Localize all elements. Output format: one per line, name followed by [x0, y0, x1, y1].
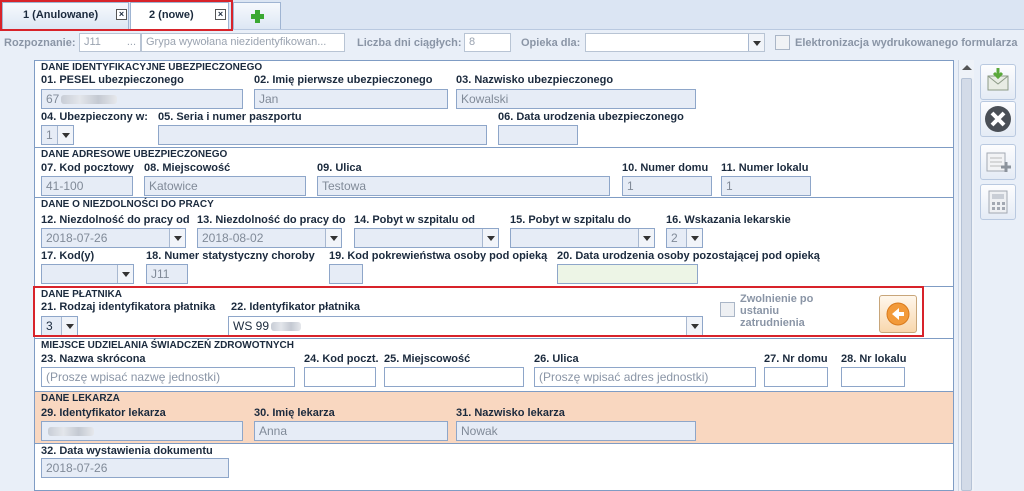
- nazwa-field[interactable]: (Proszę wpisać nazwę jednostki): [41, 367, 295, 387]
- section-divider: [35, 147, 953, 148]
- opieka-select[interactable]: [585, 33, 765, 52]
- section-head-address: DANE ADRESOWE UBEZPIECZONEGO: [41, 149, 228, 160]
- nazwisko-field[interactable]: Kowalski: [456, 89, 696, 109]
- label-nazwisko-lekarza: 31. Nazwisko lekarza: [456, 407, 565, 419]
- ulica-field[interactable]: Testowa: [317, 176, 610, 196]
- section-divider: [35, 197, 953, 198]
- kody-select[interactable]: [41, 264, 134, 284]
- label-nr-domu: 27. Nr domu: [764, 353, 828, 365]
- label-numer-domu: 10. Numer domu: [622, 162, 709, 174]
- redacted-mask: [48, 427, 94, 437]
- niezdolnosc-do-select[interactable]: 2018-08-02: [197, 228, 342, 248]
- label-kod: 07. Kod pocztowy: [41, 162, 134, 174]
- rozpoznanie-text-input[interactable]: Grypa wywołana niezidentyfikowan...: [141, 33, 345, 52]
- label-nr-lokalu: 28. Nr lokalu: [841, 353, 907, 365]
- szpital-od-select[interactable]: [354, 228, 499, 248]
- label-szpital-do: 15. Pobyt w szpitalu do: [510, 214, 632, 226]
- calculator-icon: [988, 190, 1008, 214]
- label-kod-poczt: 24. Kod poczt.: [304, 353, 379, 365]
- label-imie-lekarza: 30. Imię lekarza: [254, 407, 335, 419]
- pokrewienstwo-field[interactable]: [329, 264, 363, 284]
- nazwisko-lekarza-field[interactable]: Nowak: [456, 421, 696, 441]
- section-head-insured: DANE IDENTYFIKACYJNE UBEZPIECZONEGO: [41, 62, 263, 73]
- label-ulica: 09. Ulica: [317, 162, 362, 174]
- kod-poczt-field[interactable]: [304, 367, 376, 387]
- nr-domu-field[interactable]: [764, 367, 828, 387]
- label-id-lekarza: 29. Identyfikator lekarza: [41, 407, 166, 419]
- section-head-incapacity: DANE O NIEZDOLNOŚCI DO PRACY: [41, 199, 214, 210]
- label-nazwa: 23. Nazwa skrócona: [41, 353, 146, 365]
- add-document-icon: [986, 152, 1011, 172]
- numer-stat-field[interactable]: J11: [146, 264, 188, 284]
- rozpoznanie-code-input[interactable]: J11...: [79, 33, 141, 52]
- opieka-label: Opieka dla:: [521, 37, 581, 49]
- label-ubezpieczony: 04. Ubezpieczony w:: [41, 111, 148, 123]
- scroll-thumb[interactable]: [961, 78, 972, 491]
- imie-lekarza-field[interactable]: Anna: [254, 421, 448, 441]
- section-divider: [35, 443, 953, 444]
- liczba-dni-input[interactable]: 8: [464, 33, 511, 52]
- pesel-field[interactable]: 67: [41, 89, 243, 109]
- label-miejscowosc: 08. Miejscowość: [144, 162, 231, 174]
- right-toolbar: [976, 60, 1024, 491]
- rozpoznanie-label: Rozpoznanie:: [4, 37, 76, 49]
- cancel-icon: [985, 106, 1011, 132]
- paszport-field[interactable]: [158, 125, 487, 145]
- payer-highlight-frame: [33, 286, 924, 337]
- tabs-highlight-frame: [0, 0, 233, 31]
- add-tab-button[interactable]: [233, 2, 281, 29]
- label-data-wystawienia: 32. Data wystawienia dokumentu: [41, 445, 213, 457]
- section-divider: [35, 338, 953, 339]
- section-head-place: MIEJSCE UDZIELANIA ŚWIADCZEŃ ZDROWOTNYCH: [41, 340, 294, 351]
- id-lekarza-field[interactable]: [41, 421, 243, 441]
- vertical-scrollbar[interactable]: [958, 60, 974, 491]
- szpital-do-select[interactable]: [510, 228, 655, 248]
- liczba-dni-label: Liczba dni ciągłych:: [357, 37, 462, 49]
- save-button[interactable]: [980, 64, 1016, 100]
- imie-field[interactable]: Jan: [254, 89, 448, 109]
- label-numer-lokalu: 11. Numer lokalu: [721, 162, 809, 174]
- wskazania-select[interactable]: 2: [666, 228, 703, 248]
- add-document-button[interactable]: [980, 144, 1016, 180]
- kod-field[interactable]: 41-100: [41, 176, 133, 196]
- nr-lokalu-field[interactable]: [841, 367, 905, 387]
- label-wskazania: 16. Wskazania lekarskie: [666, 214, 791, 226]
- scroll-up-icon[interactable]: [962, 65, 972, 70]
- label-data-urodzenia: 06. Data urodzenia ubezpieczonego: [498, 111, 684, 123]
- ubezpieczony-select[interactable]: 1: [41, 125, 74, 145]
- label-data-opieka: 20. Data urodzenia osoby pozostającej po…: [557, 250, 820, 262]
- form-panel: DANE IDENTYFIKACYJNE UBEZPIECZONEGO 01. …: [34, 60, 954, 491]
- miejscowosc-field[interactable]: Katowice: [144, 176, 306, 196]
- numer-lokalu-field[interactable]: 1: [721, 176, 811, 196]
- redacted-mask: [61, 95, 118, 105]
- label-ulica-place: 26. Ulica: [534, 353, 579, 365]
- label-numer-stat: 18. Numer statystyczny choroby: [146, 250, 315, 262]
- save-envelope-icon: [987, 68, 1009, 91]
- elektronizacja-checkbox[interactable]: [775, 35, 790, 50]
- chevron-down-icon: [57, 126, 73, 144]
- label-imie: 02. Imię pierwsze ubezpieczonego: [254, 74, 433, 86]
- label-paszport: 05. Seria i numer paszportu: [158, 111, 302, 123]
- calculator-button[interactable]: [980, 184, 1016, 220]
- data-opieka-field[interactable]: [557, 264, 698, 284]
- label-miejscowosc-place: 25. Miejscowość: [384, 353, 471, 365]
- elektronizacja-label: Elektronizacja wydrukowanego formularza: [795, 37, 1018, 49]
- ulica-place-field[interactable]: (Proszę wpisać adres jednostki): [534, 367, 756, 387]
- data-urodzenia-field[interactable]: [498, 125, 578, 145]
- plus-icon: [251, 10, 264, 23]
- cancel-button[interactable]: [980, 101, 1016, 137]
- section-head-doctor: DANE LEKARZA: [41, 393, 120, 404]
- label-szpital-od: 14. Pobyt w szpitalu od: [354, 214, 476, 226]
- data-wystawienia-field[interactable]: 2018-07-26: [41, 458, 229, 478]
- label-kody: 17. Kod(y): [41, 250, 95, 262]
- miejscowosc-place-field[interactable]: [384, 367, 524, 387]
- label-od: 12. Niezdolność do pracy od: [41, 214, 190, 226]
- label-pokrewienstwo: 19. Kod pokrewieństwa osoby pod opieką: [329, 250, 548, 262]
- numer-domu-field[interactable]: 1: [622, 176, 712, 196]
- label-nazwisko: 03. Nazwisko ubezpieczonego: [456, 74, 614, 86]
- niezdolnosc-od-select[interactable]: 2018-07-26: [41, 228, 186, 248]
- label-do: 13. Niezdolność do pracy do: [197, 214, 346, 226]
- label-pesel: 01. PESEL ubezpieczonego: [41, 74, 184, 86]
